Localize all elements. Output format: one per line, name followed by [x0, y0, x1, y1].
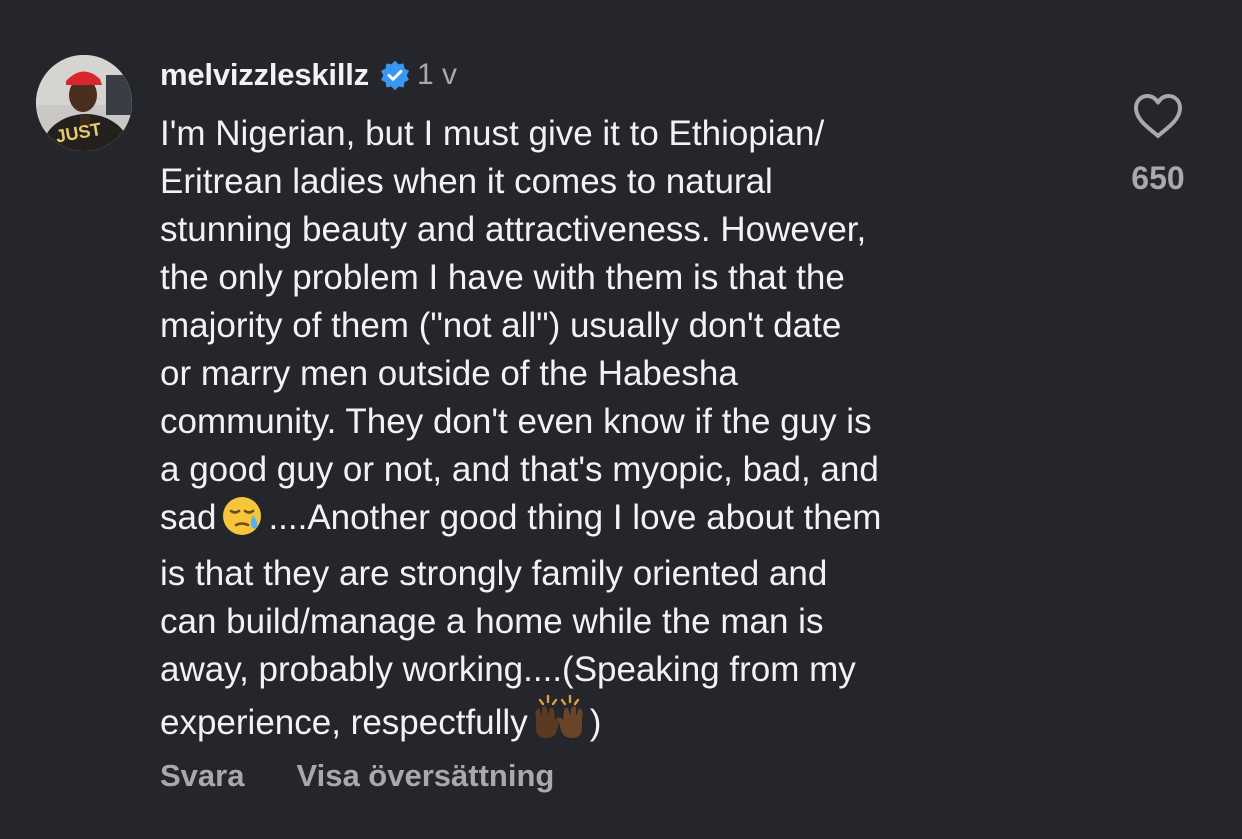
sleepy-face-emoji-icon [216, 495, 268, 550]
comment-line: is that they are strongly family oriente… [160, 554, 828, 593]
comment-line: the only problem I have with them is tha… [160, 258, 845, 297]
heart-outline-icon[interactable] [1132, 92, 1184, 140]
comment-line: a good guy or not, and that's myopic, ba… [160, 450, 879, 489]
timestamp: 1 v [416, 58, 457, 91]
comment-line: or marry men outside of the Habesha [160, 354, 738, 393]
comment-line: can build/manage a home while the man is [160, 602, 824, 641]
comment-line: ....Another good thing I love about them [268, 498, 882, 537]
see-translation-button[interactable]: Visa översättning [296, 758, 554, 794]
comment-line: sad [160, 498, 217, 537]
comment-line: away, probably working....(Speaking from… [160, 650, 856, 689]
avatar-photo: JUST [36, 55, 132, 151]
like-area: 650 [1110, 92, 1206, 197]
comment-line: majority of them ("not all") usually don… [160, 306, 842, 345]
avatar[interactable]: JUST [36, 55, 132, 151]
like-count: 650 [1131, 160, 1185, 196]
comment-actions: Svara Visa översättning [160, 758, 554, 794]
comment-line: stunning beauty and attractiveness. Howe… [160, 210, 867, 249]
comment-line: community. They don't even know if the g… [160, 402, 872, 441]
username[interactable]: melvizzleskillz [160, 57, 369, 93]
comment-line: I'm Nigerian, but I must give it to Ethi… [160, 114, 825, 153]
verified-badge-icon [379, 59, 411, 91]
comment-text: I'm Nigerian, but I must give it to Ethi… [160, 110, 1080, 755]
comment-header: melvizzleskillz 1 v [160, 55, 457, 95]
raising-hands-emoji-icon [528, 694, 590, 755]
comment-line: experience, respectfully [160, 703, 528, 742]
comment-line: ) [589, 703, 602, 742]
reply-button[interactable]: Svara [160, 758, 244, 794]
comment-line: Eritrean ladies when it comes to natural [160, 162, 773, 201]
